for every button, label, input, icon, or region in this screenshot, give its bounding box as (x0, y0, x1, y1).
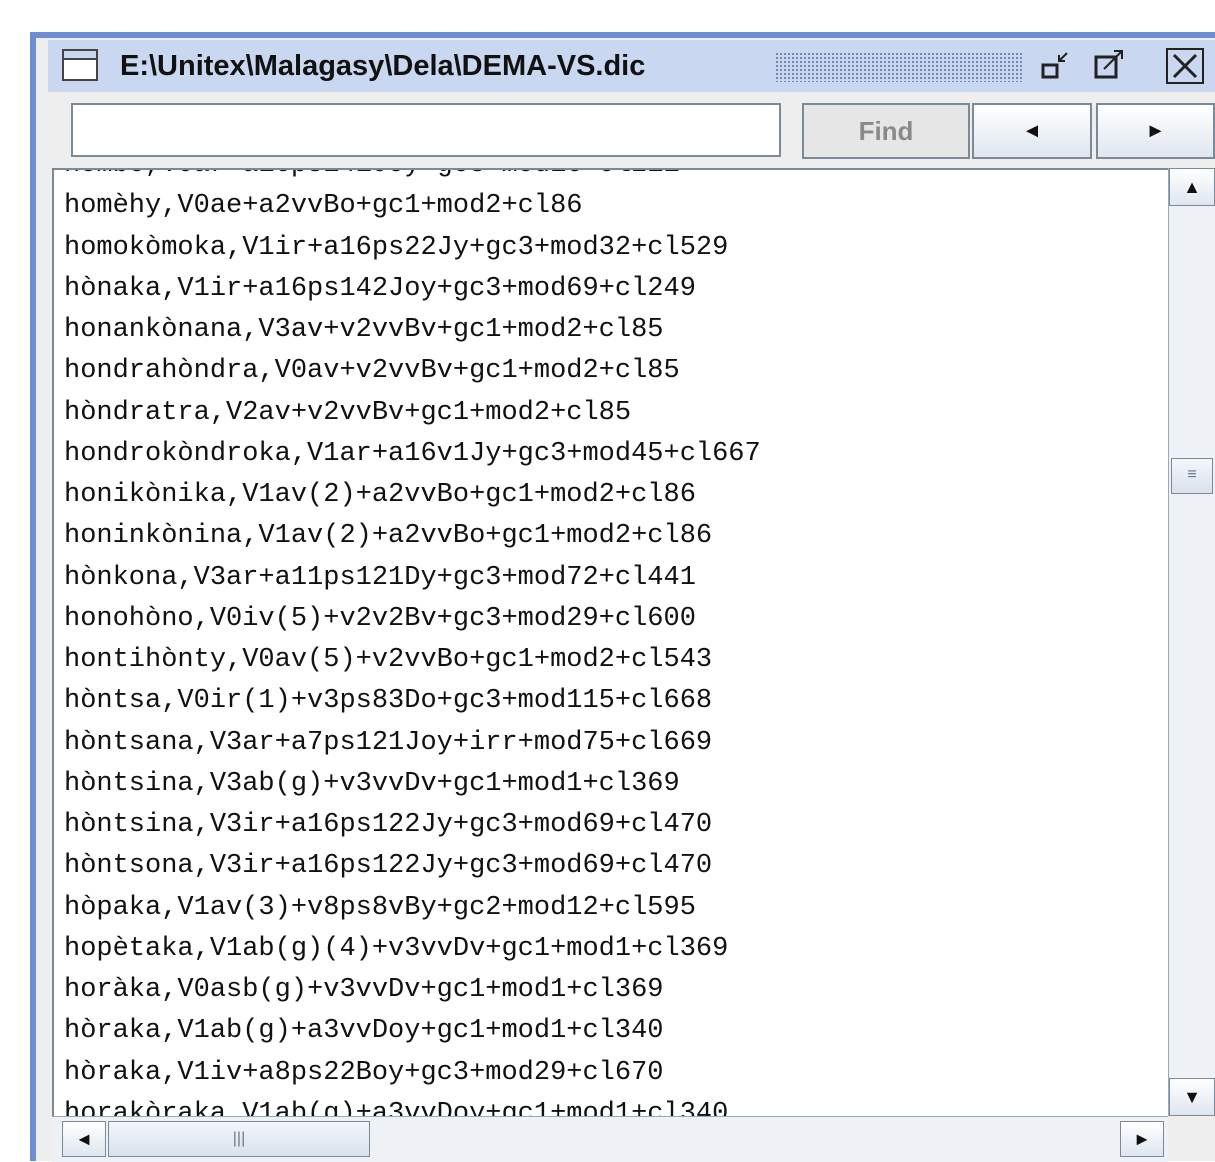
list-item[interactable]: hònkona,V3ar+a11ps121Dy+gc3+mod72+cl441 (64, 558, 761, 599)
next-match-button[interactable]: ► (1096, 103, 1215, 159)
title-bar-grip (775, 52, 1023, 82)
list-item[interactable]: hòntsa,V0ir(1)+v3ps83Do+gc3+mod115+cl668 (64, 681, 761, 722)
list-item[interactable]: horakòraka,V1ab(g)+a3vvDoy+gc1+mod1+cl34… (64, 1094, 761, 1118)
horizontal-scrollbar[interactable]: ◄ ||| ► (52, 1116, 1168, 1162)
list-item[interactable]: honohòno,V0iv(5)+v2v2Bv+gc3+mod29+cl600 (64, 599, 761, 640)
entry-list: hombo,V0ar+a16ps141Joy+gc3+mod16+cl211ho… (64, 170, 761, 1118)
list-item[interactable]: hònaka,V1ir+a16ps142Joy+gc3+mod69+cl249 (64, 269, 761, 310)
list-item[interactable]: hòraka,V1iv+a8ps22Boy+gc3+mod29+cl670 (64, 1053, 761, 1094)
restore-down-icon[interactable] (1035, 45, 1075, 85)
scroll-left-button[interactable]: ◄ (62, 1121, 106, 1157)
scrollbar-corner (1168, 1116, 1215, 1161)
list-item[interactable]: hòntsina,V3ir+a16ps122Jy+gc3+mod69+cl470 (64, 805, 761, 846)
scroll-up-button[interactable]: ▲ (1169, 168, 1215, 206)
horizontal-scroll-thumb[interactable]: ||| (108, 1121, 370, 1157)
list-item[interactable]: homokòmoka,V1ir+a16ps22Jy+gc3+mod32+cl52… (64, 228, 761, 269)
list-item[interactable]: honikònika,V1av(2)+a2vvBo+gc1+mod2+cl86 (64, 475, 761, 516)
window-icon (62, 49, 98, 81)
list-item[interactable]: hòraka,V1ab(g)+a3vvDoy+gc1+mod1+cl340 (64, 1011, 761, 1052)
scroll-down-button[interactable]: ▼ (1169, 1078, 1215, 1116)
previous-match-button[interactable]: ◄ (972, 103, 1092, 159)
list-item[interactable]: hondrokòndroka,V1ar+a16v1Jy+gc3+mod45+cl… (64, 434, 761, 475)
maximize-icon[interactable] (1090, 45, 1130, 85)
window-title: E:\Unitex\Malagasy\Dela\DEMA-VS.dic (120, 50, 646, 82)
find-button[interactable]: Find (802, 103, 970, 159)
list-item[interactable]: homèhy,V0ae+a2vvBo+gc1+mod2+cl86 (64, 186, 761, 227)
list-item[interactable]: honinkònina,V1av(2)+a2vvBo+gc1+mod2+cl86 (64, 516, 761, 557)
list-item[interactable]: hòpaka,V1av(3)+v8ps8vBy+gc2+mod12+cl595 (64, 888, 761, 929)
dictionary-entry-list[interactable]: hombo,V0ar+a16ps141Joy+gc3+mod16+cl211ho… (52, 168, 1170, 1118)
list-item[interactable]: hòndratra,V2av+v2vvBv+gc1+mod2+cl85 (64, 393, 761, 434)
list-item[interactable]: horàka,V0asb(g)+v3vvDv+gc1+mod1+cl369 (64, 970, 761, 1011)
list-item[interactable]: hondrahòndra,V0av+v2vvBv+gc1+mod2+cl85 (64, 351, 761, 392)
list-item[interactable]: hòntsina,V3ab(g)+v3vvDv+gc1+mod1+cl369 (64, 764, 761, 805)
list-item[interactable]: honankònana,V3av+v2vvBv+gc1+mod2+cl85 (64, 310, 761, 351)
vertical-scroll-thumb[interactable]: ≡ (1171, 458, 1213, 494)
list-item[interactable]: hombo,V0ar+a16ps141Joy+gc3+mod16+cl211 (64, 170, 761, 186)
vertical-scrollbar[interactable]: ▲ ≡ ▼ (1168, 168, 1215, 1116)
list-item[interactable]: hòntsona,V3ir+a16ps122Jy+gc3+mod69+cl470 (64, 846, 761, 887)
list-item[interactable]: hòntsana,V3ar+a7ps121Joy+irr+mod75+cl669 (64, 723, 761, 764)
list-item[interactable]: hontihònty,V0av(5)+v2vvBo+gc1+mod2+cl543 (64, 640, 761, 681)
close-icon[interactable] (1166, 48, 1204, 84)
search-input[interactable] (71, 103, 781, 157)
scroll-right-button[interactable]: ► (1120, 1121, 1164, 1157)
list-item[interactable]: hopètaka,V1ab(g)(4)+v3vvDv+gc1+mod1+cl36… (64, 929, 761, 970)
